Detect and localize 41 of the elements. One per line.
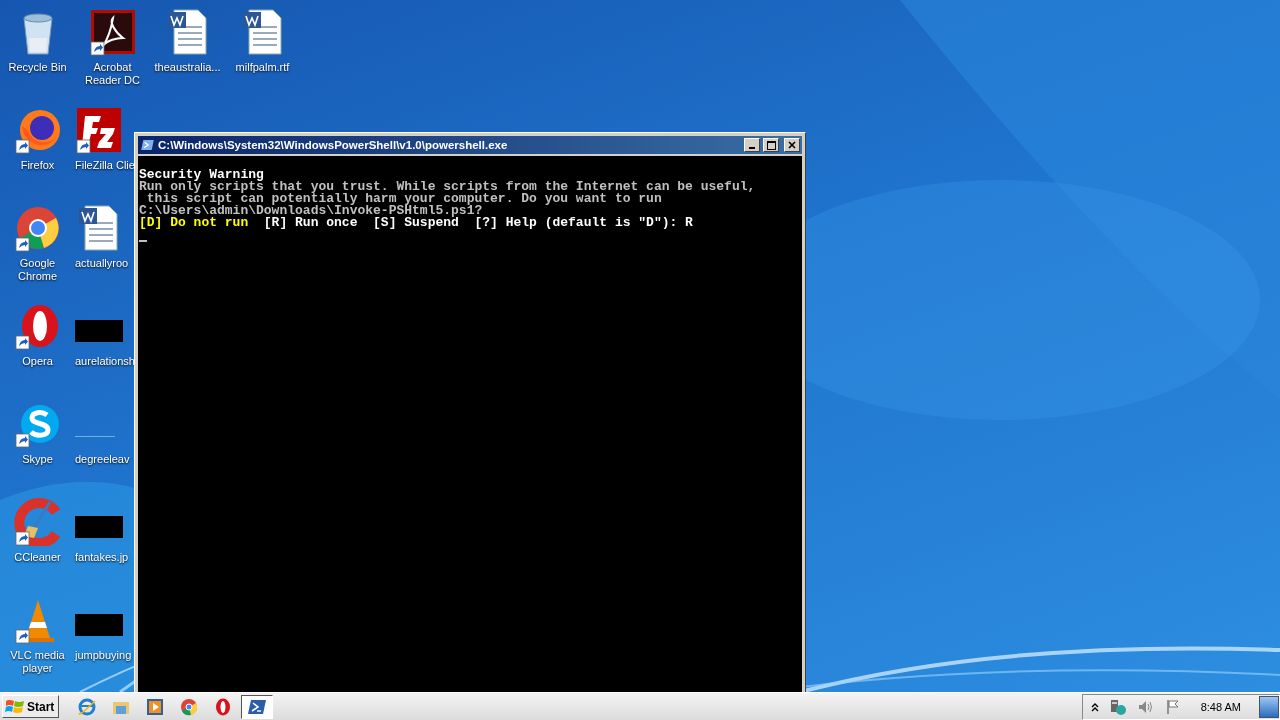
window-title: C:\Windows\System32\WindowsPowerShell\v1.0\powershell.exe xyxy=(158,139,509,151)
ie-icon xyxy=(77,696,98,717)
icon-label[interactable]: aurelationsh xyxy=(75,355,135,368)
console-line: Run only scripts that you trust. While scripts from the Internet can be useful, xyxy=(139,181,756,193)
clock[interactable]: 8:48 AM xyxy=(1190,700,1249,713)
close-button[interactable] xyxy=(784,138,800,152)
warning-heading: Security Warning xyxy=(139,169,264,181)
icon-label[interactable]: FileZilla Clie xyxy=(75,159,135,172)
icon-label[interactable]: Acrobat Reader DC xyxy=(75,61,150,87)
icon-label[interactable]: fantakes.jp xyxy=(75,551,129,564)
console-line: this script can potentially harm your computer. Do you want to run xyxy=(146,193,662,205)
prompt-options: [R] Run once [S] Suspend [?] Help (default is "D"): R xyxy=(248,217,693,229)
media-icon xyxy=(145,696,166,717)
chevron-up-icon[interactable] xyxy=(1090,701,1099,712)
icon-label[interactable]: actuallyroo xyxy=(75,257,129,270)
icon-label[interactable]: VLC media player xyxy=(0,649,75,675)
flag-icon[interactable] xyxy=(1164,698,1181,715)
maximize-button[interactable] xyxy=(763,138,779,152)
chrome-icon xyxy=(179,696,200,717)
close-icon xyxy=(788,141,796,149)
icon-label[interactable]: Recycle Bin xyxy=(8,61,67,74)
taskbar-button[interactable] xyxy=(241,694,274,719)
text-cursor xyxy=(139,240,147,242)
powershell-icon xyxy=(140,138,155,152)
icon-label[interactable]: degreeleav xyxy=(75,453,130,466)
icon-label[interactable]: Skype xyxy=(22,453,53,466)
windows-logo-icon xyxy=(5,697,25,716)
icon-label[interactable]: CCleaner xyxy=(14,551,61,564)
maximize-icon xyxy=(766,140,776,150)
network-icon[interactable] xyxy=(1108,697,1127,716)
default-choice: [D] Do not run xyxy=(139,217,249,229)
console-line: C:\Users\admin\Downloads\Invoke-PSHtml5.ps1? xyxy=(139,205,483,217)
icon-label[interactable]: Google Chrome xyxy=(0,257,75,283)
start-button[interactable]: Start xyxy=(2,695,60,718)
icon-label[interactable]: theaustralia... xyxy=(154,61,221,74)
icon-label[interactable]: jumpbuying xyxy=(75,649,132,662)
icon-label[interactable]: milfpalm.rtf xyxy=(235,61,290,74)
minimize-button[interactable] xyxy=(744,138,760,152)
show-desktop-button[interactable] xyxy=(1259,695,1279,718)
icon-label[interactable]: Firefox xyxy=(20,159,55,172)
icon-label[interactable]: Opera xyxy=(22,355,53,368)
